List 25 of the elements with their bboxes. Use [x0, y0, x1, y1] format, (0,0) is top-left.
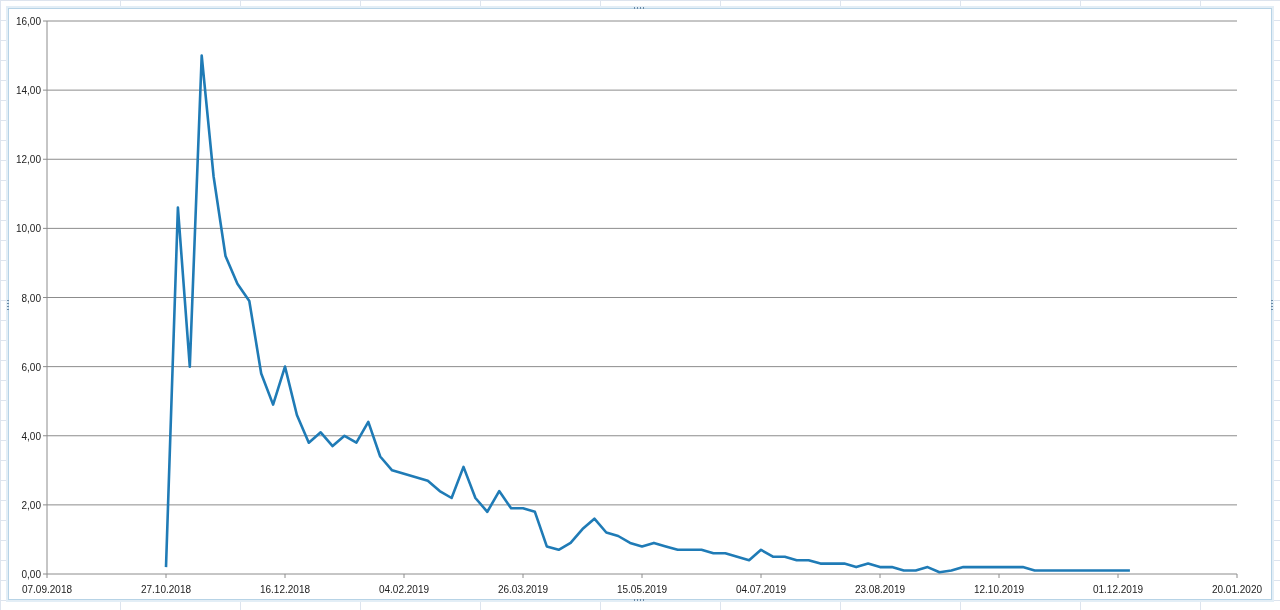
y-tick-label: 6,00	[21, 361, 41, 373]
resize-handle[interactable]	[7, 298, 9, 310]
y-tick-label: 14,00	[15, 85, 41, 97]
resize-handle[interactable]	[634, 7, 646, 9]
x-tick-label: 07.09.2018	[21, 584, 73, 595]
y-tick-label: 0,00	[21, 569, 41, 580]
x-tick-label: 01.12.2019	[1092, 584, 1144, 595]
x-tick-label: 27.10.2018	[140, 584, 192, 595]
x-tick-label: 23.08.2019	[854, 584, 906, 595]
x-tick-label: 15.05.2019	[616, 584, 668, 595]
x-tick-label: 26.03.2019	[497, 584, 549, 595]
y-tick-label: 8,00	[21, 292, 41, 304]
x-tick-label: 20.01.2020	[1211, 584, 1263, 595]
y-tick-label: 12,00	[15, 154, 41, 166]
chart-frame[interactable]: 0,00 2,00 4,00 6,00 8,00 10,00 12,00 14,00 16,00 07.09.2018 27.10.2018 16.12.2018 04.02.2019 26.03.2019 15.05.2019 04.07.2019 23.08.2019 12.10.2019 01.12.2019 20.01.2020	[8, 8, 1272, 600]
x-tick-label: 12.10.2019	[973, 584, 1025, 595]
y-tick-label: 4,00	[21, 430, 41, 442]
resize-handle[interactable]	[1271, 298, 1273, 310]
x-tick-label: 16.12.2018	[259, 584, 311, 595]
y-tick-label: 2,00	[21, 499, 41, 511]
x-tick-label: 04.07.2019	[735, 584, 787, 595]
x-tick-label: 04.02.2019	[378, 584, 430, 595]
resize-handle[interactable]	[634, 599, 646, 601]
y-tick-label: 10,00	[15, 223, 41, 235]
y-tick-label: 16,00	[15, 16, 41, 27]
